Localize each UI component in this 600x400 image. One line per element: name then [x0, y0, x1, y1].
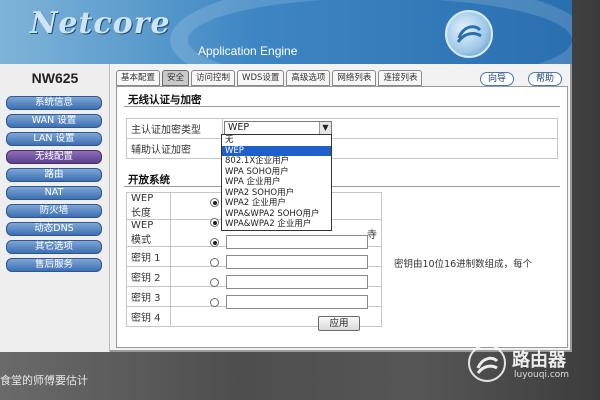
sidebar: NW625 系统信息 WAN 设置 LAN 设置 无线配置 路由 NAT 防火墙…: [0, 64, 110, 352]
key-format-note: 密钥由10位16进制数组成，每个: [394, 259, 533, 270]
sidebar-item-firewall[interactable]: 防火墙: [6, 204, 102, 218]
wep-mode-fragment: 寺: [367, 229, 377, 241]
site-watermark: 路由器 luyouqi.com: [468, 344, 598, 388]
key-1-input[interactable]: [226, 235, 368, 249]
watermark-logo-icon: [468, 344, 506, 382]
dropdown-option[interactable]: 802.1X企业用户: [222, 156, 331, 167]
brand-emblem-icon: [445, 10, 493, 58]
key-2-input[interactable]: [226, 255, 368, 269]
sidebar-item-wireless[interactable]: 无线配置: [6, 150, 102, 164]
device-model: NW625: [31, 70, 79, 86]
tab-basic-config[interactable]: 基本配置: [116, 70, 161, 86]
dropdown-option[interactable]: WPA&WPA2 SOHO用户: [222, 209, 331, 220]
section-title-auth: 无线认证与加密: [128, 94, 202, 106]
key-4-radio[interactable]: [210, 298, 219, 307]
dropdown-option-selected[interactable]: WEP: [222, 145, 331, 156]
sidebar-item-routing[interactable]: 路由: [6, 168, 102, 182]
key-3-radio[interactable]: [210, 278, 219, 287]
primary-auth-select[interactable]: WEP ▼: [224, 121, 332, 135]
section-title-open-system: 开放系统: [128, 174, 170, 186]
tab-access-control[interactable]: 访问控制: [191, 70, 236, 86]
sidebar-item-ddns[interactable]: 动态DNS: [6, 222, 102, 236]
divider: [124, 106, 560, 107]
key-3-input[interactable]: [226, 275, 368, 289]
header-banner: Netcore Application Engine: [0, 0, 572, 64]
wep-length-label: WEP 长度: [126, 192, 171, 220]
dropdown-option[interactable]: WPA2 SOHO用户: [222, 188, 331, 199]
help-button[interactable]: 帮助: [528, 72, 563, 86]
primary-auth-value: WEP: [228, 122, 250, 133]
key-2-label: 密钥 2: [126, 266, 171, 287]
sidebar-item-nat[interactable]: NAT: [6, 186, 102, 200]
auth-table: 主认证加密类型 辅助认证加密: [126, 118, 558, 159]
wep-length-radio[interactable]: [210, 198, 219, 207]
sidebar-item-wan[interactable]: WAN 设置: [6, 114, 102, 128]
dropdown-option[interactable]: WPA SOHO用户: [222, 167, 331, 178]
key-2-radio[interactable]: [210, 258, 219, 267]
key-1-radio[interactable]: [210, 238, 219, 247]
brand-logo: Netcore: [30, 6, 171, 41]
sidebar-item-after-sales[interactable]: 售后服务: [6, 258, 102, 272]
primary-auth-label: 主认证加密类型: [126, 118, 223, 139]
watermark-title: 路由器: [512, 350, 566, 371]
sidebar-item-other-options[interactable]: 其它选项: [6, 240, 102, 254]
tab-bar: 基本配置 安全 访问控制 WDS设置 高级选项 网络列表 连接列表: [116, 70, 423, 86]
tab-network-list[interactable]: 网络列表: [332, 70, 377, 86]
watermark-url: luyouqi.com: [514, 370, 570, 380]
key-4-label: 密钥 4: [126, 306, 171, 327]
tab-advanced[interactable]: 高级选项: [286, 70, 331, 86]
wizard-button[interactable]: 向导: [480, 72, 515, 86]
sidebar-item-system-info[interactable]: 系统信息: [6, 96, 102, 110]
tab-security[interactable]: 安全: [162, 70, 190, 86]
auth-type-dropdown: 无 WEP 802.1X企业用户 WPA SOHO用户 WPA 企业用户 WPA…: [221, 134, 332, 231]
photo-caption: 食堂的师傅要估计: [0, 374, 88, 387]
apply-button[interactable]: 应用: [318, 316, 360, 331]
divider: [124, 186, 560, 187]
sidebar-item-lan[interactable]: LAN 设置: [6, 132, 102, 146]
secondary-auth-label: 辅助认证加密: [126, 138, 223, 159]
key-1-label: 密钥 1: [126, 246, 171, 267]
wep-mode-label: WEP 模式: [126, 219, 171, 247]
dropdown-option[interactable]: WPA&WPA2 企业用户: [222, 219, 331, 230]
wep-mode-radio[interactable]: [210, 218, 219, 227]
tab-wds[interactable]: WDS设置: [237, 70, 285, 86]
header-subtitle: Application Engine: [198, 44, 298, 58]
router-admin-window: Netcore Application Engine NW625 系统信息 WA…: [0, 0, 572, 352]
dropdown-option[interactable]: WPA2 企业用户: [222, 198, 331, 209]
key-4-input[interactable]: [226, 295, 368, 309]
chevron-down-icon: ▼: [319, 122, 331, 134]
dropdown-option[interactable]: 无: [222, 135, 331, 146]
key-3-label: 密钥 3: [126, 286, 171, 307]
dropdown-option[interactable]: WPA 企业用户: [222, 177, 331, 188]
tab-connection-list[interactable]: 连接列表: [378, 70, 423, 86]
sidebar-menu: 系统信息 WAN 设置 LAN 设置 无线配置 路由 NAT 防火墙 动态DNS…: [6, 96, 102, 276]
